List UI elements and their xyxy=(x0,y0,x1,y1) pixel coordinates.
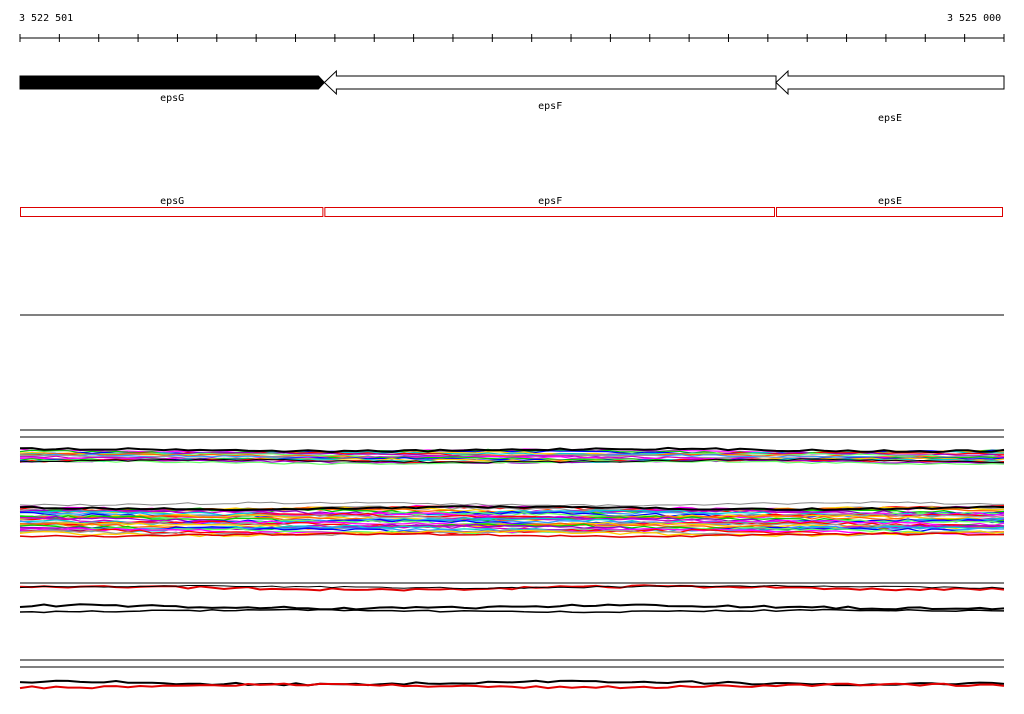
gene-label-epsE: epsE xyxy=(878,113,902,124)
coordinate-ruler xyxy=(19,34,1005,42)
expression-profile-tracks xyxy=(19,429,1005,690)
profile-line xyxy=(19,501,1005,507)
annotation-label-epsF: epsF xyxy=(538,196,562,207)
annotation-label-epsE: epsE xyxy=(878,196,902,207)
gene-label-epsF: epsF xyxy=(538,101,562,112)
gene-track[interactable]: epsG epsF epsE xyxy=(19,69,1005,124)
annotation-box-epsF[interactable] xyxy=(324,207,776,217)
profile-line xyxy=(19,608,1005,614)
gene-arrow-epsF[interactable] xyxy=(323,69,777,96)
annotation-box-epsG[interactable] xyxy=(20,207,324,217)
annotation-track[interactable]: epsG epsF epsE xyxy=(20,196,1003,217)
annotation-label-epsG: epsG xyxy=(160,196,184,207)
gene-arrow-epsG[interactable] xyxy=(19,75,326,90)
annotation-box-epsE[interactable] xyxy=(776,207,1003,217)
gene-arrow-epsE[interactable] xyxy=(775,69,1005,96)
profile-line xyxy=(19,603,1005,611)
gene-label-epsG: epsG xyxy=(160,93,184,104)
genome-browser-canvas[interactable]: epsG epsF epsE epsG epsF epsE xyxy=(0,0,1024,714)
